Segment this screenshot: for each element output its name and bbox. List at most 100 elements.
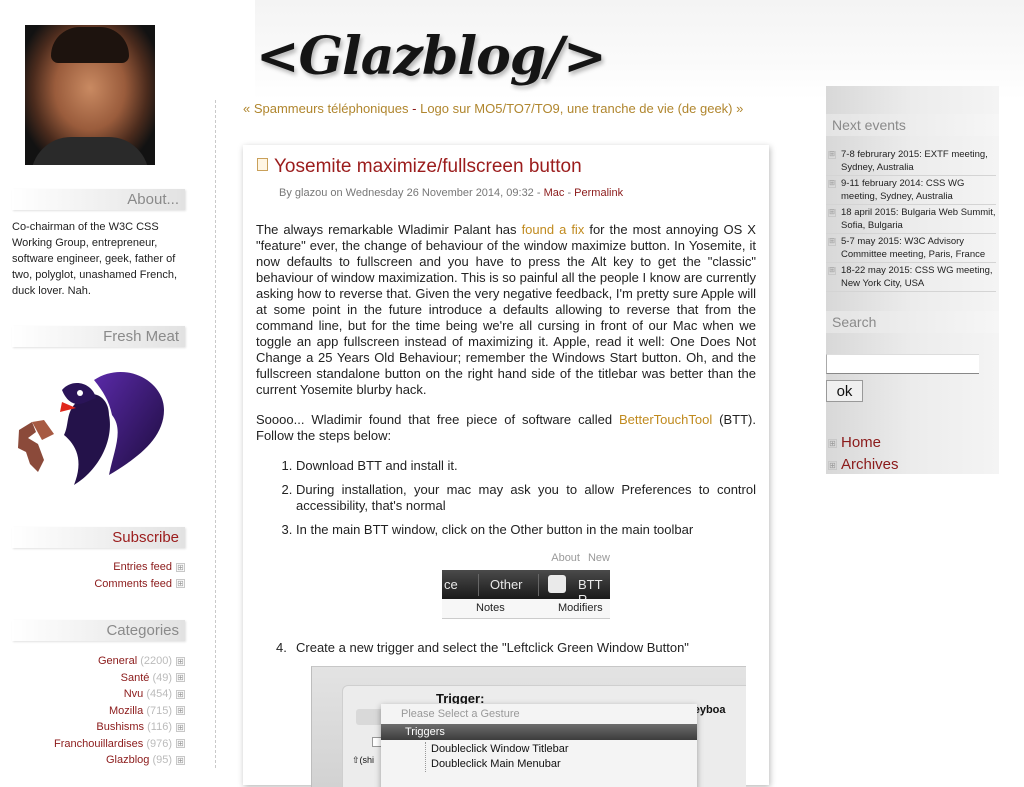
category-link[interactable]: Nvu <box>124 688 144 700</box>
post-meta: By glazou on Wednesday 26 November 2014,… <box>279 187 623 199</box>
prev-post-link[interactable]: « Spammeurs téléphoniques <box>243 101 409 116</box>
toolbar-divider <box>478 574 479 596</box>
feed-entries-link[interactable]: Entries feed <box>113 561 172 573</box>
expand-icon: ⊞ <box>176 656 185 666</box>
category-count: (715) <box>146 704 172 717</box>
gesture-option: Doubleclick Window Titlebar <box>431 743 569 755</box>
toolbar-partial-button: ce <box>444 577 458 592</box>
toolbar-top-labels: About New <box>543 552 610 564</box>
post-body: The always remarkable Wladimir Palant ha… <box>256 222 756 546</box>
category-item[interactable]: Mozilla (715) ⊞ <box>12 703 185 720</box>
category-item[interactable]: Glazblog (95) ⊞ <box>12 752 185 769</box>
category-item[interactable]: Nvu (454) ⊞ <box>12 686 185 703</box>
events-list: ⊞ 7-8 februrary 2015: EXTF meeting, Sydne… <box>826 148 996 293</box>
btt-trigger-screenshot: Trigger: n Keyboa ⇧(shi Please Select a … <box>311 666 746 787</box>
category-item[interactable]: Franchouillardises (976) ⊞ <box>12 736 185 753</box>
archives-link[interactable]: Archives <box>841 456 899 473</box>
category-count: (116) <box>147 721 172 733</box>
fresh-meat-heading: Fresh Meat <box>12 326 185 347</box>
expand-icon: ⊞ <box>828 180 836 188</box>
step-text: Create a new trigger and select the "Lef… <box>296 640 689 655</box>
category-link[interactable]: Glazblog <box>106 754 149 766</box>
category-count: (49) <box>152 671 172 684</box>
expand-icon: ⊞ <box>176 739 185 749</box>
event-text: 7-8 februrary 2015: EXTF meeting, Sydney… <box>841 149 988 173</box>
category-link[interactable]: Franchouillardises <box>54 738 143 750</box>
home-link[interactable]: Home <box>841 434 881 451</box>
avatar-hair <box>51 27 129 63</box>
site-links: ⊞ Home ⊞ Archives <box>826 432 996 476</box>
step-item: Download BTT and install it. <box>296 458 756 474</box>
feed-entries[interactable]: Entries feed ⊞ <box>12 559 185 576</box>
document-icon <box>257 158 268 171</box>
toolbar-other-button: Other <box>490 577 523 592</box>
event-item[interactable]: ⊞ 18 april 2015: Bulgaria Web Summit, Sof… <box>826 206 996 234</box>
gesture-placeholder: Please Select a Gesture <box>401 708 520 720</box>
found-fix-link[interactable]: found a fix <box>522 222 585 237</box>
event-item[interactable]: ⊞ 9-11 february 2014: CSS WG meeting, Syd… <box>826 177 996 205</box>
category-item[interactable]: General (2200) ⊞ <box>12 653 185 670</box>
link-item-home[interactable]: ⊞ Home <box>826 432 996 454</box>
notes-label: Notes <box>476 602 505 614</box>
category-link[interactable]: Bushisms <box>96 721 144 733</box>
event-item[interactable]: ⊞ 18-22 may 2015: CSS WG meeting, New Yor… <box>826 264 996 292</box>
search-input[interactable] <box>826 354 979 374</box>
site-title[interactable]: <Glazblog/> <box>256 26 607 87</box>
shift-label: ⇧(shi <box>352 755 375 765</box>
category-count: (95) <box>152 754 172 766</box>
btt-remote-icon <box>548 575 566 593</box>
post-title[interactable]: Yosemite maximize/fullscreen button <box>274 155 582 179</box>
steps-list: Download BTT and install it. During inst… <box>256 458 756 538</box>
expand-icon: ⊞ <box>828 209 836 217</box>
category-count: (454) <box>146 688 172 700</box>
post-paragraph: The always remarkable Wladimir Palant ha… <box>256 222 756 398</box>
right-sidebar: Next events ⊞ 7-8 februrary 2015: EXTF me… <box>826 86 999 474</box>
category-link[interactable]: Mozilla <box>109 705 143 717</box>
expand-icon: ⊞ <box>176 562 185 572</box>
category-item[interactable]: Santé (49) ⊞ <box>12 670 185 687</box>
avatar-shirt <box>31 137 149 165</box>
next-events-heading: Next events <box>826 114 999 136</box>
subscribe-heading: Subscribe <box>12 527 185 548</box>
event-text: 18 april 2015: Bulgaria Web Summit, Sofi… <box>841 207 996 231</box>
event-item[interactable]: ⊞ 7-8 februrary 2015: EXTF meeting, Sydne… <box>826 148 996 176</box>
post-paragraph: Soooo... Wladimir found that free piece … <box>256 412 756 444</box>
expand-icon: ⊞ <box>176 579 185 589</box>
feed-comments[interactable]: Comments feed ⊞ <box>12 576 185 593</box>
category-item[interactable]: Bushisms (116) ⊞ <box>12 719 185 736</box>
gesture-dropdown: Please Select a Gesture Triggers Doublec… <box>381 704 697 787</box>
post-meta-byline: By glazou on Wednesday 26 November 2014,… <box>279 187 541 199</box>
about-tab: About <box>551 552 580 564</box>
author-avatar <box>25 25 155 165</box>
step-item: During installation, your mac may ask yo… <box>296 482 756 514</box>
feed-list: Entries feed ⊞ Comments feed ⊞ <box>12 559 185 592</box>
categories-heading: Categories <box>12 620 185 641</box>
modifiers-label: Modifiers <box>558 602 603 614</box>
search-ok-button[interactable]: ok <box>826 380 863 402</box>
event-text: 9-11 february 2014: CSS WG meeting, Sydn… <box>841 178 965 202</box>
category-link[interactable]: General <box>98 655 137 667</box>
category-list: General (2200) ⊞ Santé (49) ⊞ Nvu (454) ⊞ M… <box>12 653 185 769</box>
paragraph-text: Soooo... Wladimir found that free piece … <box>256 412 613 427</box>
permalink-link[interactable]: Permalink <box>574 187 623 199</box>
category-link[interactable]: Santé <box>121 672 150 684</box>
column-divider <box>215 100 216 768</box>
step-number: 4. <box>276 640 287 655</box>
btt-toolbar-screenshot: About New ce Other BTT R Notes Modifiers <box>442 552 610 624</box>
about-text: Co-chairman of the W3C CSS Working Group… <box>12 221 178 297</box>
post-category-link[interactable]: Mac <box>544 187 565 199</box>
next-post-link[interactable]: Logo sur MO5/TO7/TO9, une tranche de vie… <box>420 101 743 116</box>
gesture-option: Doubleclick Main Menubar <box>431 758 561 770</box>
step-item: In the main BTT window, click on the Oth… <box>296 522 756 538</box>
expand-icon: ⊞ <box>828 238 836 246</box>
link-item-archives[interactable]: ⊞ Archives <box>826 454 996 476</box>
toolbar-subbar: Notes Modifiers <box>442 599 610 619</box>
expand-icon: ⊞ <box>828 267 836 275</box>
post-meta-separator: - <box>567 187 572 199</box>
feed-comments-link[interactable]: Comments feed <box>94 578 172 590</box>
griffin-logo[interactable] <box>14 360 169 490</box>
bettertouchtool-link[interactable]: BetterTouchTool <box>619 412 712 427</box>
triggers-group: Triggers <box>381 724 697 740</box>
event-item[interactable]: ⊞ 5-7 may 2015: W3C Advisory Committee me… <box>826 235 996 263</box>
category-count: (976) <box>146 737 172 750</box>
